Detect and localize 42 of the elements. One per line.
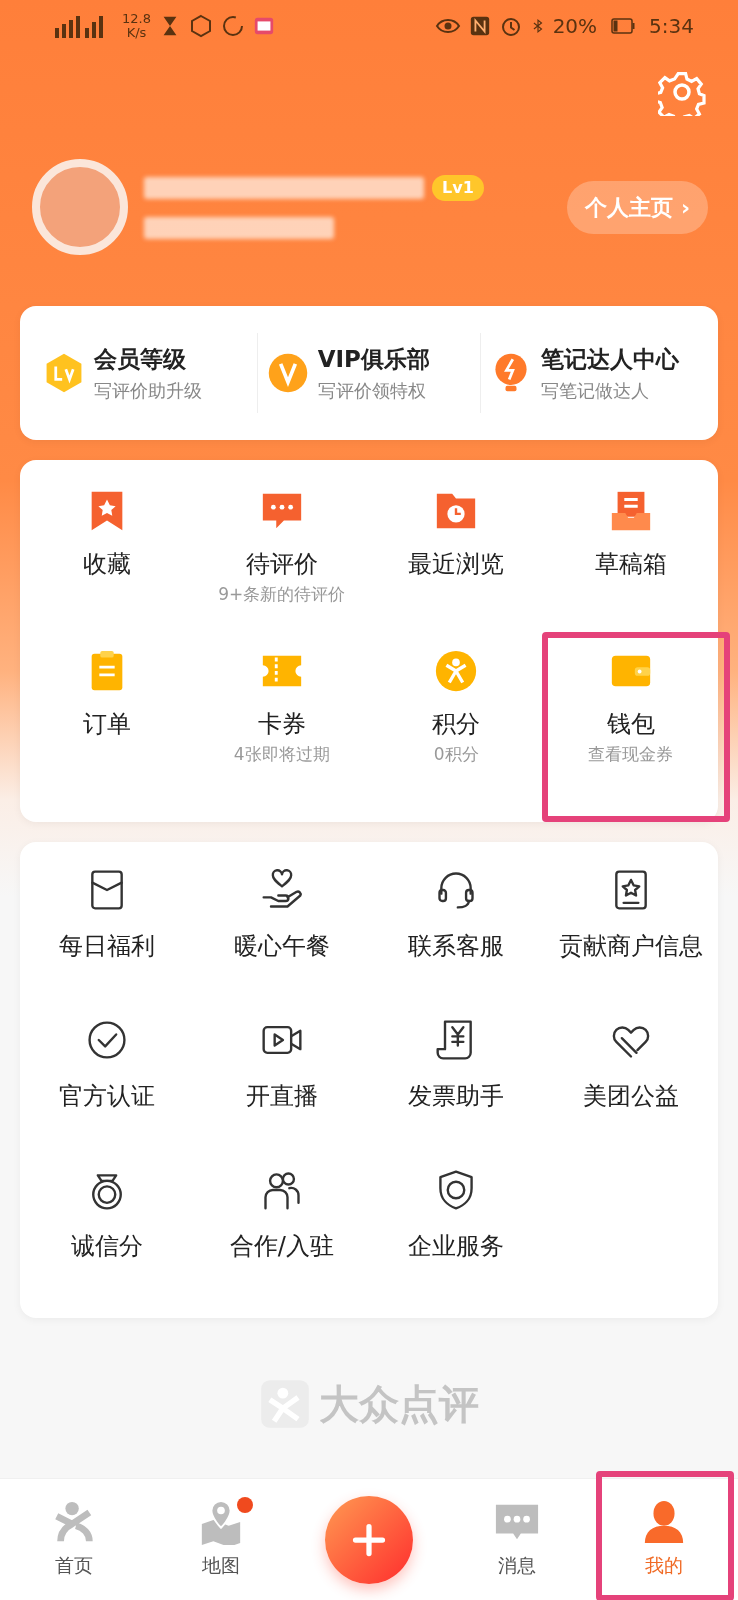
nav-tab[interactable]: 首页 — [0, 1478, 148, 1600]
battery-percent: 20% — [552, 13, 598, 40]
service-label[interactable]: 企业服务 — [408, 1228, 505, 1264]
service-label[interactable]: 官方认证 — [59, 1078, 156, 1114]
menu-subtitle: 查看现金券 — [588, 743, 674, 766]
menu-subtitle: 9+条新的待评价 — [218, 583, 346, 606]
add-button[interactable] — [325, 1495, 413, 1584]
nav-tab[interactable]: 消息 — [442, 1478, 591, 1600]
member-link-title[interactable]: 会员等级 — [94, 342, 202, 377]
menu-label[interactable]: 最近浏览 — [408, 546, 505, 582]
loading-icon — [220, 14, 245, 38]
menu-subtitle: 4张即将过期 — [233, 743, 330, 766]
level-badge: Lv1 — [432, 175, 484, 201]
nfc-icon — [468, 14, 491, 38]
service-label[interactable]: 贡献商户信息 — [558, 928, 703, 964]
service-label[interactable]: 暖心午餐 — [233, 928, 330, 964]
member-link-title[interactable]: VIP俱乐部 — [317, 342, 430, 377]
network-speed: 12.8 — [122, 12, 151, 26]
menu-label[interactable]: 订单 — [83, 706, 132, 742]
service-label[interactable]: 开直播 — [245, 1078, 318, 1114]
hexagon-icon — [188, 14, 213, 38]
menu-label[interactable]: 积分 — [432, 706, 481, 742]
menu-label[interactable]: 待评价 — [245, 546, 318, 582]
service-label[interactable]: 美团公益 — [582, 1078, 679, 1114]
menu-subtitle: 0积分 — [433, 743, 479, 766]
menu-label[interactable]: 钱包 — [606, 706, 655, 742]
service-label[interactable]: 每日福利 — [59, 928, 156, 964]
menu-label[interactable]: 草稿箱 — [594, 546, 667, 582]
menu-label[interactable]: 卡券 — [257, 706, 306, 742]
service-label[interactable]: 合作/入驻 — [229, 1228, 334, 1264]
member-link-subtitle: 写笔记做达人 — [541, 378, 651, 403]
nav-tab[interactable]: 地图 — [147, 1478, 296, 1600]
menu-label[interactable]: 收藏 — [83, 546, 132, 582]
member-link-subtitle: 写评价助升级 — [94, 378, 202, 403]
service-label[interactable]: 联系客服 — [408, 928, 505, 964]
service-label[interactable]: 发票助手 — [408, 1078, 505, 1114]
clock-time: 5:34 — [649, 13, 694, 40]
member-link-title[interactable]: 笔记达人中心 — [541, 342, 680, 377]
member-link-subtitle: 写评价领特权 — [317, 378, 427, 403]
plus-icon — [351, 1521, 387, 1558]
speed-unit: K/s — [125, 26, 148, 40]
service-label[interactable]: 诚信分 — [71, 1228, 144, 1264]
